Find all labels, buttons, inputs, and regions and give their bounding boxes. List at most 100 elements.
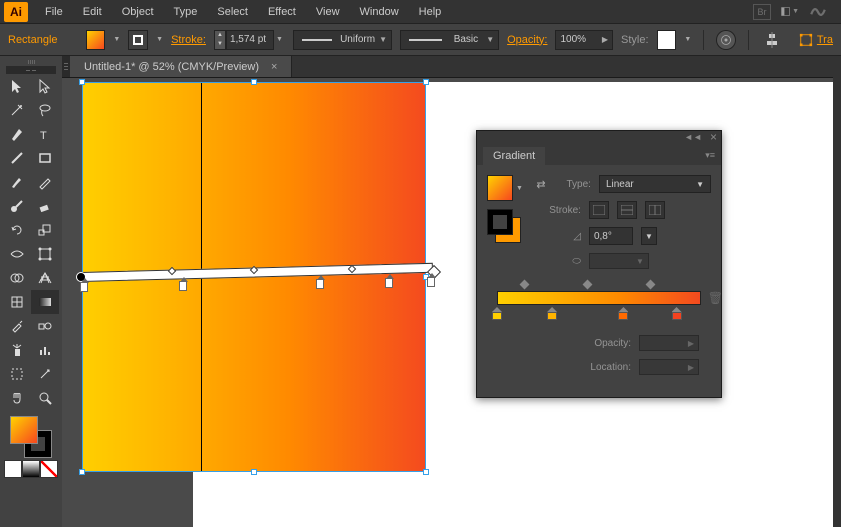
gradient-mode-button[interactable] [22,460,40,478]
gradient-stop-handle[interactable] [179,281,187,291]
stroke-swatch-caret[interactable]: ▼ [156,36,163,43]
menu-help[interactable]: Help [410,3,451,21]
rectangle-tool[interactable] [31,146,59,170]
rotate-tool[interactable] [3,218,31,242]
stroke-swatch[interactable] [128,30,148,50]
gradient-midpoint[interactable] [519,280,529,290]
reverse-gradient-icon[interactable]: ⇄ [533,177,549,191]
gradient-preview-caret[interactable]: ▼ [516,185,523,192]
artboard-tool[interactable] [3,362,31,386]
gradient-stop-handle[interactable] [385,278,393,288]
hand-tool[interactable] [3,386,31,410]
right-panel-strip[interactable] [833,56,841,527]
gradient-angle-input[interactable] [589,227,633,245]
gradient-midpoint[interactable] [646,280,656,290]
menu-view[interactable]: View [307,3,349,21]
fill-swatch[interactable] [86,30,106,50]
document-tab[interactable]: Untitled-1* @ 52% (CMYK/Preview) × [70,56,292,77]
perspective-grid-tool[interactable] [31,266,59,290]
selection-tool[interactable] [3,74,31,98]
slice-tool[interactable] [31,362,59,386]
selection-handle[interactable] [423,469,429,475]
menu-type[interactable]: Type [165,3,207,21]
magic-wand-tool[interactable] [3,98,31,122]
fill-swatch-caret[interactable]: ▼ [113,36,120,43]
panel-titlebar[interactable]: ◄◄ × [477,131,721,143]
eyedropper-tool[interactable] [3,314,31,338]
delete-stop-icon[interactable]: 🗑 [708,291,723,305]
eraser-tool[interactable] [31,194,59,218]
angle-caret[interactable]: ▼ [641,227,657,245]
gradient-stop-handle[interactable] [427,277,435,287]
zoom-tool[interactable] [31,386,59,410]
gradient-stop[interactable] [618,307,628,319]
pencil-tool[interactable] [31,170,59,194]
opacity-label[interactable]: Opacity: [507,34,547,46]
lasso-tool[interactable] [31,98,59,122]
none-mode-button[interactable] [40,460,58,478]
close-panel-icon[interactable]: × [710,131,717,143]
gradient-fill-preview[interactable] [487,175,513,201]
arrange-docs-icon[interactable]: ▼ [781,4,799,20]
selection-handle[interactable] [423,79,429,85]
mesh-tool[interactable] [3,290,31,314]
stroke-grad-across[interactable] [645,201,665,219]
brush-dropdown[interactable]: Basic▼ [400,30,499,50]
recolor-button[interactable] [716,30,736,50]
toolbox-grip[interactable] [21,60,41,64]
color-mode-button[interactable] [4,460,22,478]
stroke-grad-within[interactable] [589,201,609,219]
gradient-tab[interactable]: Gradient [483,147,545,165]
selection-handle[interactable] [251,79,257,85]
menu-effect[interactable]: Effect [259,3,305,21]
transform-button[interactable]: Tra [799,33,833,47]
width-tool[interactable] [3,242,31,266]
blob-brush-tool[interactable] [3,194,31,218]
gradient-stop[interactable] [492,307,502,319]
gpu-icon[interactable] [809,4,827,20]
selection-handle[interactable] [79,469,85,475]
gradient-stop[interactable] [672,307,682,319]
stroke-grad-along[interactable] [617,201,637,219]
stroke-label[interactable]: Stroke: [171,34,206,46]
selection-handle[interactable] [79,79,85,85]
gradient-stop-handle[interactable] [80,282,88,292]
menu-object[interactable]: Object [113,3,163,21]
style-swatch[interactable] [657,30,677,50]
menu-window[interactable]: Window [351,3,408,21]
style-caret[interactable]: ▼ [684,36,691,43]
symbol-sprayer-tool[interactable] [3,338,31,362]
gradient-slider[interactable]: 🗑 [489,281,709,321]
paintbrush-tool[interactable] [3,170,31,194]
scale-tool[interactable] [31,218,59,242]
opacity-dropdown[interactable]: 100%▶ [555,30,613,50]
fill-stroke-indicator[interactable] [10,416,52,458]
stroke-weight-field[interactable]: ▲▼ ▼ [214,30,285,50]
gradient-stop-handle[interactable] [316,279,324,289]
panel-menu-icon[interactable]: ▾≡ [699,146,721,165]
line-tool[interactable] [3,146,31,170]
collapse-icon[interactable]: ◄◄ [684,133,702,142]
gradient-midpoint[interactable] [582,280,592,290]
menu-select[interactable]: Select [208,3,257,21]
gradient-type-dropdown[interactable]: Linear▼ [599,175,711,193]
pen-tool[interactable] [3,122,31,146]
menu-edit[interactable]: Edit [74,3,111,21]
stroke-profile-dropdown[interactable]: Uniform▼ [293,30,392,50]
shape-builder-tool[interactable] [3,266,31,290]
gradient-stop[interactable] [547,307,557,319]
menu-file[interactable]: File [36,3,72,21]
type-tool[interactable]: T [31,122,59,146]
column-graph-tool[interactable] [31,338,59,362]
gradient-stroke-preview[interactable] [487,209,521,243]
gradient-tool[interactable] [31,290,59,314]
align-button[interactable] [761,30,783,50]
direct-selection-tool[interactable] [31,74,59,98]
blend-tool[interactable] [31,314,59,338]
free-transform-tool[interactable] [31,242,59,266]
gradient-ramp[interactable] [497,291,701,305]
tab-grip[interactable] [62,56,70,77]
close-tab-icon[interactable]: × [271,61,277,73]
stroke-weight-input[interactable] [226,30,274,50]
selection-handle[interactable] [251,469,257,475]
